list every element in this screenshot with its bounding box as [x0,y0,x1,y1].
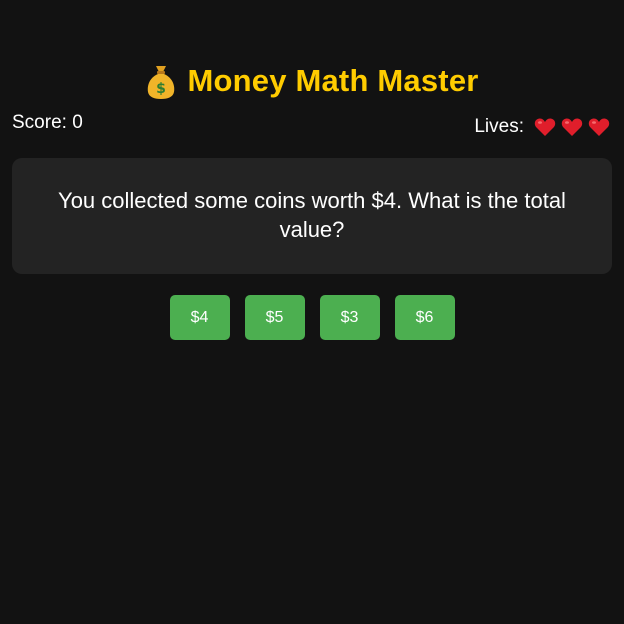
question-card: You collected some coins worth $4. What … [12,158,612,274]
answer-button[interactable]: $3 [319,295,380,340]
money-bag-icon: $ [148,66,175,99]
lives-hearts [534,117,610,137]
answer-button[interactable]: $4 [169,295,230,340]
lives-label: Lives: [474,116,524,137]
heart-icon [561,118,583,136]
svg-text:$: $ [157,81,167,97]
question-text: You collected some coins worth $4. What … [58,188,566,242]
answer-button[interactable]: $6 [394,295,455,340]
game-screen: $ Money Math Master Score: 0 Lives: You … [0,0,624,624]
game-title: Money Math Master [187,63,479,98]
answer-options: $4 $5 $3 $6 [0,295,624,340]
answer-button[interactable]: $5 [244,295,305,340]
heart-icon [588,118,610,136]
heart-icon [534,118,556,136]
lives-display: Lives: [474,116,610,138]
score-display: Score: 0 [12,112,83,133]
game-header: $ Money Math Master [0,62,624,100]
